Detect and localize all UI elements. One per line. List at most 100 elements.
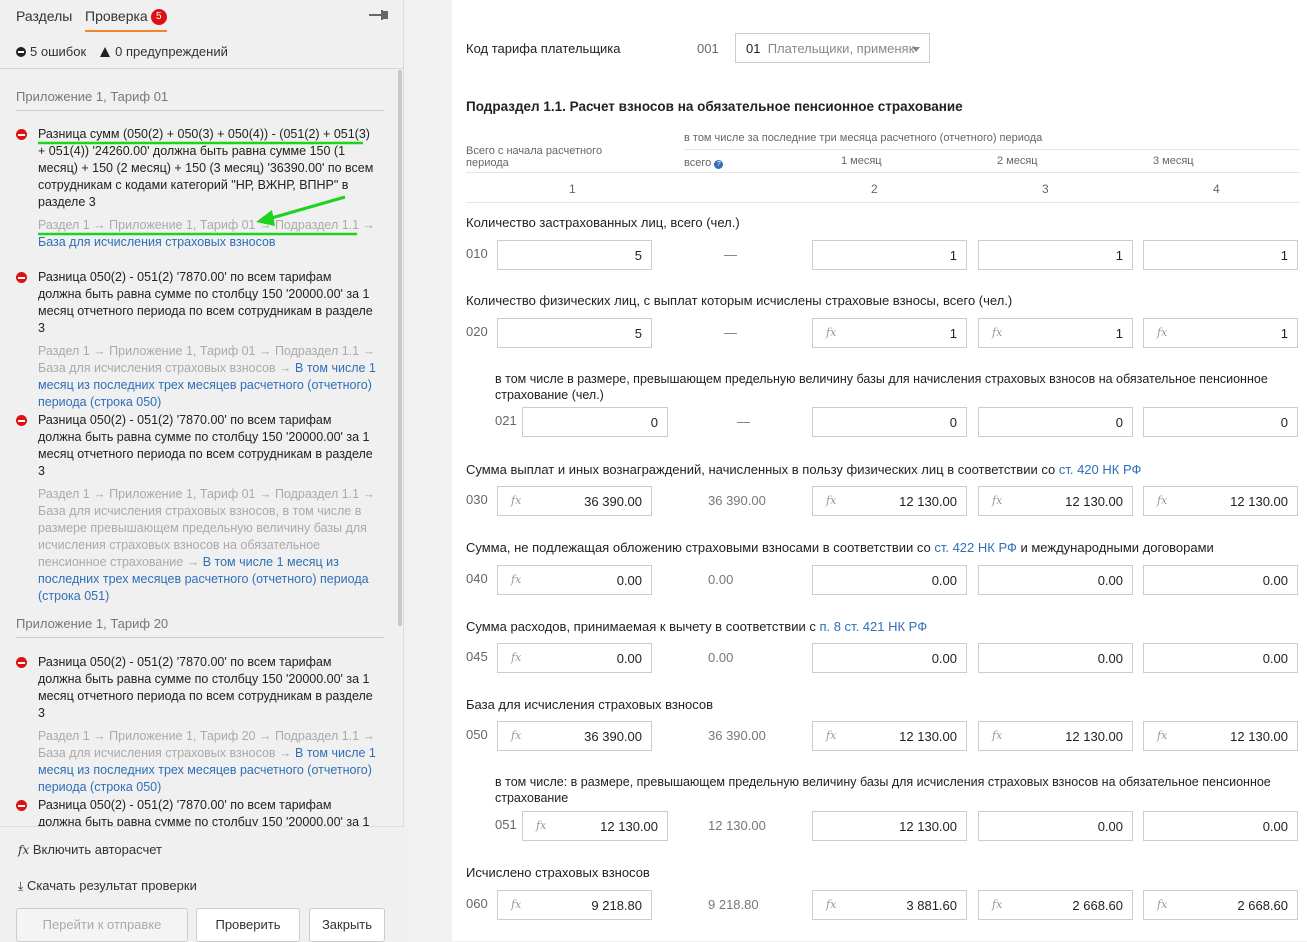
input-value: 0.00: [616, 573, 642, 588]
input-month3[interactable]: 1: [1143, 240, 1298, 270]
input-total[interactable]: fx 36 390.00: [497, 721, 652, 751]
input-month1[interactable]: 12 130.00: [812, 811, 967, 841]
input-month3[interactable]: fx 1: [1143, 318, 1298, 348]
help-icon[interactable]: ?: [714, 160, 724, 169]
input-value: 1: [1280, 248, 1288, 263]
group-header: Приложение 1, Тариф 01: [16, 89, 384, 111]
row-all-value: 0.00: [708, 650, 734, 665]
error-item[interactable]: Разница 050(2) - 051(2) '7870.00' по все…: [16, 412, 376, 605]
input-total[interactable]: 0: [522, 407, 668, 437]
error-icon: [16, 47, 26, 57]
tab-check[interactable]: Проверка 5: [85, 8, 167, 32]
input-total[interactable]: fx 9 218.80: [497, 890, 652, 920]
input-month1[interactable]: fx 3 881.60: [812, 890, 967, 920]
row-label-text: Сумма, не подлежащая обложению страховым…: [466, 540, 935, 555]
header-total: Всего с начала расчетного периода: [466, 145, 603, 169]
error-item[interactable]: Разница 050(2) - 051(2) '7870.00' по все…: [16, 797, 376, 826]
autocalc-toggle[interactable]: fx Включить авторасчет: [18, 842, 162, 857]
row-code: 051: [495, 817, 517, 832]
fx-icon: fx: [18, 843, 30, 857]
input-month1[interactable]: fx 12 130.00: [812, 486, 967, 516]
input-month3[interactable]: 0.00: [1143, 643, 1298, 673]
tax-code-link[interactable]: ст. 420 НК РФ: [1059, 462, 1142, 477]
input-month2[interactable]: fx 2 668.60: [978, 890, 1133, 920]
row-all-value: 36 390.00: [708, 728, 766, 743]
input-month2[interactable]: 0.00: [978, 565, 1133, 595]
input-total[interactable]: fx 0.00: [497, 565, 652, 595]
input-month3[interactable]: 0.00: [1143, 565, 1298, 595]
input-value: 2 668.60: [1237, 898, 1288, 913]
input-month2[interactable]: fx 1: [978, 318, 1133, 348]
input-value: 12 130.00: [600, 819, 658, 834]
error-item[interactable]: Разница 050(2) - 051(2) '7870.00' по все…: [16, 654, 376, 796]
input-month3[interactable]: fx 12 130.00: [1143, 486, 1298, 516]
input-month2[interactable]: 1: [978, 240, 1133, 270]
row-label-text: в том числе: в размере, превышающем пред…: [495, 775, 1271, 805]
chevron-down-icon: [912, 47, 920, 52]
fx-icon: fx: [1157, 326, 1168, 339]
error-link[interactable]: База для исчисления страховых взносов: [38, 235, 276, 249]
error-item[interactable]: Разница сумм (050(2) + 050(3) + 050(4)) …: [16, 126, 376, 251]
fx-icon: fx: [511, 573, 522, 586]
row-label-text: в том числе в размере, превышающем преде…: [495, 372, 1268, 402]
close-button[interactable]: Закрыть: [309, 908, 385, 942]
tax-code-link[interactable]: ст. 422 НК РФ: [934, 540, 1017, 555]
input-total[interactable]: fx 12 130.00: [522, 811, 668, 841]
tariff-select-value: 01: [746, 41, 761, 56]
input-month1[interactable]: fx 12 130.00: [812, 721, 967, 751]
input-value: 0: [1115, 415, 1123, 430]
input-value: 0: [949, 415, 957, 430]
tax-code-link[interactable]: п. 8 ст. 421 НК РФ: [819, 619, 927, 634]
pin-icon[interactable]: [368, 6, 390, 24]
input-month1[interactable]: 0.00: [812, 643, 967, 673]
input-total[interactable]: fx 36 390.00: [497, 486, 652, 516]
input-month1[interactable]: 0.00: [812, 565, 967, 595]
send-button[interactable]: Перейти к отправке: [16, 908, 188, 942]
row-code: 050: [466, 727, 488, 742]
input-value: 1: [1115, 248, 1123, 263]
input-month1[interactable]: 1: [812, 240, 967, 270]
verify-button[interactable]: Проверить: [196, 908, 300, 942]
input-total[interactable]: 5: [497, 240, 652, 270]
tariff-select[interactable]: 01 Плательщики, применяк: [735, 33, 930, 63]
input-month1[interactable]: 0: [812, 407, 967, 437]
fx-icon: fx: [992, 494, 1003, 507]
input-month3[interactable]: fx 2 668.60: [1143, 890, 1298, 920]
fx-icon: fx: [826, 729, 837, 742]
input-value: 12 130.00: [1230, 494, 1288, 509]
tab-check-label: Проверка: [85, 8, 148, 24]
fx-icon: fx: [1157, 729, 1168, 742]
scrollbar[interactable]: [398, 70, 402, 626]
input-month2[interactable]: 0.00: [978, 643, 1133, 673]
check-panel: Разделы Проверка 5 5 ошибок 0 предупрежден…: [0, 0, 404, 942]
input-month2[interactable]: fx 12 130.00: [978, 486, 1133, 516]
input-total[interactable]: 5: [497, 318, 652, 348]
input-month2[interactable]: fx 12 130.00: [978, 721, 1133, 751]
group-header: Приложение 1, Тариф 20: [16, 616, 384, 638]
download-icon: ⤓: [18, 879, 24, 893]
section-title: Подраздел 1.1. Расчет взносов на обязате…: [466, 99, 963, 114]
input-total[interactable]: fx 0.00: [497, 643, 652, 673]
error-path: Раздел 1 → Приложение 1, Тариф 20 → Подр…: [38, 728, 376, 796]
tariff-code: 001: [697, 41, 719, 56]
row-label-text: Количество застрахованных лиц, всего (че…: [466, 215, 740, 230]
input-value: 0.00: [1262, 651, 1288, 666]
input-month3[interactable]: 0: [1143, 407, 1298, 437]
download-results[interactable]: ⤓ Скачать результат проверки: [18, 878, 197, 894]
input-month3[interactable]: fx 12 130.00: [1143, 721, 1298, 751]
input-month2[interactable]: 0.00: [978, 811, 1133, 841]
input-value: 1: [949, 248, 957, 263]
errors-list[interactable]: Приложение 1, Тариф 01 Разница сумм (050…: [0, 69, 398, 826]
input-value: 36 390.00: [584, 729, 642, 744]
input-month3[interactable]: 0.00: [1143, 811, 1298, 841]
error-path: Раздел 1 → Приложение 1, Тариф 01 → Подр…: [38, 343, 376, 411]
tab-sections[interactable]: Разделы: [16, 8, 72, 24]
row-label-text: Исчислено страховых взносов: [466, 865, 650, 880]
error-message: Разница сумм (050(2) + 050(3) + 050(4)) …: [38, 127, 374, 209]
error-item[interactable]: Разница 050(2) - 051(2) '7870.00' по все…: [16, 269, 376, 411]
fx-icon: fx: [992, 729, 1003, 742]
input-month1[interactable]: fx 1: [812, 318, 967, 348]
input-month2[interactable]: 0: [978, 407, 1133, 437]
col-number: 4: [1213, 182, 1220, 196]
input-value: 0.00: [931, 573, 957, 588]
